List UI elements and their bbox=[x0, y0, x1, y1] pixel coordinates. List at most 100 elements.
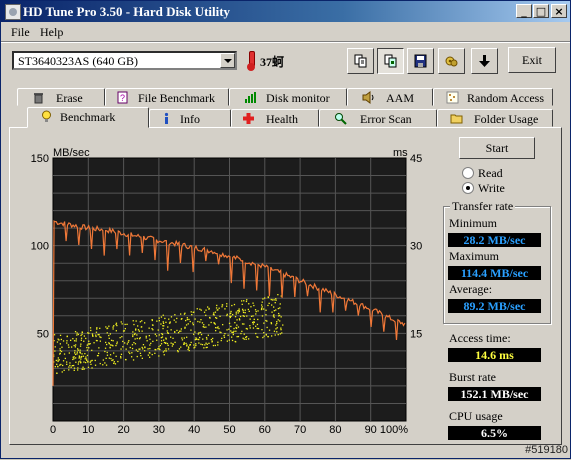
access-time-point bbox=[173, 319, 175, 321]
access-time-point bbox=[167, 348, 170, 350]
access-time-point bbox=[148, 352, 151, 354]
transfer-rate-title: Transfer rate bbox=[450, 199, 516, 214]
access-time-point bbox=[277, 334, 279, 336]
access-time-point bbox=[268, 329, 271, 331]
tab-benchmark[interactable]: Benchmark bbox=[27, 107, 149, 128]
lightbulb-icon bbox=[42, 110, 51, 122]
access-time-point bbox=[187, 346, 190, 348]
start-button[interactable]: Start bbox=[459, 137, 535, 159]
access-time-point bbox=[224, 308, 226, 310]
access-time-point bbox=[228, 339, 230, 341]
access-time-point bbox=[86, 344, 88, 346]
access-time-point bbox=[94, 364, 97, 366]
access-time-point bbox=[164, 350, 166, 352]
access-time-point bbox=[68, 366, 70, 368]
access-time-point bbox=[223, 336, 226, 338]
access-time-point bbox=[160, 323, 162, 325]
access-time-point bbox=[74, 346, 76, 348]
access-time-point bbox=[115, 323, 117, 326]
access-time-point bbox=[66, 342, 68, 344]
access-time-point bbox=[85, 337, 87, 340]
access-time-point bbox=[198, 342, 200, 344]
y-tick-label: 100 bbox=[31, 241, 49, 253]
access-time-point bbox=[92, 335, 94, 337]
access-time-point bbox=[210, 321, 212, 324]
access-time-point bbox=[83, 335, 85, 337]
access-time-point bbox=[213, 322, 215, 324]
access-time-point bbox=[194, 318, 196, 320]
access-time-point bbox=[229, 315, 231, 317]
access-time-point bbox=[207, 334, 209, 336]
access-time-point bbox=[180, 330, 182, 332]
write-radio[interactable]: Write bbox=[462, 181, 542, 195]
access-time-point bbox=[183, 337, 185, 339]
access-time-point bbox=[86, 354, 89, 357]
access-time-point bbox=[82, 366, 84, 368]
access-time-point bbox=[222, 324, 224, 326]
access-time-point bbox=[185, 342, 187, 345]
access-time-point bbox=[187, 348, 189, 351]
access-time-point bbox=[178, 348, 181, 350]
access-time-point bbox=[131, 356, 133, 358]
access-time-point bbox=[273, 306, 275, 308]
access-time-point bbox=[263, 308, 265, 310]
access-time-point bbox=[232, 314, 234, 316]
access-time-point bbox=[122, 340, 124, 343]
access-time-point bbox=[275, 299, 277, 301]
access-time-point bbox=[212, 337, 214, 340]
access-time-point bbox=[147, 354, 149, 356]
access-time-point bbox=[252, 302, 254, 304]
access-time-point bbox=[214, 311, 217, 313]
app-window: HD Tune Pro 3.50 - Hard Disk Utility _ □… bbox=[0, 0, 571, 459]
access-time-point bbox=[206, 338, 208, 340]
access-time-point bbox=[125, 348, 127, 350]
x-tick-label: 90 bbox=[365, 424, 377, 436]
access-time-point bbox=[231, 336, 233, 338]
access-time-point bbox=[106, 327, 108, 330]
access-time-point bbox=[185, 324, 188, 326]
access-time-point bbox=[73, 358, 75, 360]
access-time-point bbox=[59, 348, 61, 350]
y-tick-label: 50 bbox=[37, 328, 49, 340]
access-time-point bbox=[73, 340, 76, 342]
access-time-point bbox=[268, 302, 270, 304]
access-time-point bbox=[120, 357, 122, 359]
access-time-point bbox=[230, 315, 232, 317]
access-time-point bbox=[237, 312, 239, 314]
access-time-point bbox=[56, 363, 58, 365]
access-time-point bbox=[191, 314, 193, 316]
access-time-point bbox=[105, 326, 107, 328]
access-time-point bbox=[276, 327, 278, 329]
access-time-point bbox=[218, 327, 220, 330]
access-time-point bbox=[81, 333, 83, 335]
access-time-point bbox=[149, 356, 151, 358]
access-time-point bbox=[82, 355, 85, 357]
access-time-point bbox=[276, 321, 278, 323]
access-time-point bbox=[255, 332, 257, 335]
access-time-point bbox=[264, 297, 266, 299]
access-time-point bbox=[142, 348, 144, 350]
access-time-point bbox=[261, 308, 263, 310]
access-time-point bbox=[158, 346, 160, 348]
read-radio[interactable]: Read bbox=[462, 166, 542, 180]
access-time-point bbox=[148, 327, 150, 329]
access-time-point bbox=[241, 323, 244, 325]
access-time-point bbox=[77, 349, 79, 351]
access-time-point bbox=[235, 326, 237, 329]
access-time-point bbox=[188, 349, 190, 352]
access-time-point bbox=[275, 324, 277, 326]
average-label: Average: bbox=[449, 282, 493, 296]
access-time-point bbox=[77, 333, 79, 336]
access-time-point bbox=[230, 325, 232, 328]
maximum-label: Maximum bbox=[449, 249, 499, 263]
access-time-point bbox=[238, 308, 240, 310]
access-time-point bbox=[172, 337, 174, 339]
access-time-point bbox=[206, 343, 208, 345]
access-time-point bbox=[141, 330, 143, 332]
access-time-point bbox=[205, 336, 208, 339]
access-time-point bbox=[80, 339, 82, 341]
access-time-point bbox=[183, 342, 185, 344]
access-time-point bbox=[106, 351, 108, 354]
access-time-point bbox=[239, 319, 241, 321]
access-time-point bbox=[215, 327, 217, 329]
